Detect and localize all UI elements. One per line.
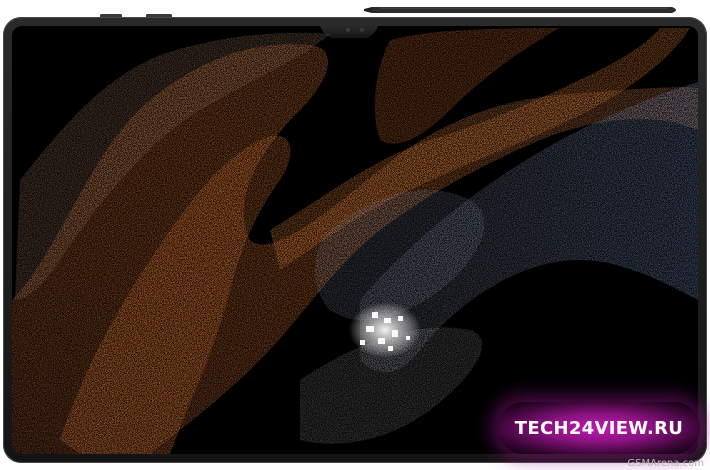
- tablet-photo: [3, 7, 707, 463]
- camera-notch: [320, 26, 378, 38]
- white-glow-cluster: [349, 302, 421, 358]
- watermark-badge: TECH24VIEW.RU: [498, 402, 700, 454]
- stylus-pen: [364, 7, 676, 13]
- camera-lens: [346, 28, 350, 32]
- tablet-screen: [12, 26, 698, 454]
- watermark-text: TECH24VIEW.RU: [514, 417, 684, 439]
- image-credit: GSMArena.com: [627, 458, 704, 469]
